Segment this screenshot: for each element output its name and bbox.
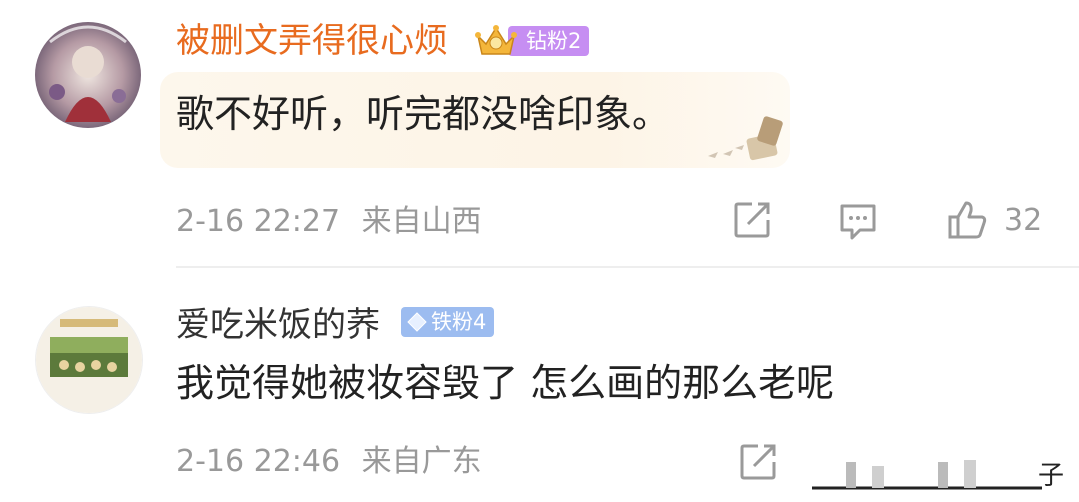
truncated-text: 子 [1038, 461, 1065, 491]
comment-item: 爱吃米饭的荞 铁粉4 我觉得她被妆容毁了 怎么画的那么老呢 2-16 22:46… [0, 268, 1079, 498]
share-icon [740, 444, 776, 480]
comment-text: 我觉得她被妆容毁了 怎么画的那么老呢 [176, 361, 835, 405]
comment-button[interactable] [836, 198, 880, 242]
username[interactable]: 爱吃米饭的荞 [176, 305, 380, 345]
username[interactable]: 被删文弄得很心烦 [176, 21, 448, 61]
comment-item: 被删文弄得很心烦 钻粉2 歌不好听，听完都没啥印象。 2-16 22:27 来自… [0, 0, 1079, 268]
badge-label: 钻粉2 [508, 26, 590, 56]
crown-icon [475, 25, 517, 55]
comment-text: 歌不好听，听完都没啥印象。 [176, 92, 671, 136]
timestamp: 2-16 22:46 [176, 444, 341, 479]
like-icon [948, 201, 987, 239]
share-button[interactable] [730, 198, 774, 242]
like-button[interactable]: 32 [944, 197, 1042, 243]
location: 来自山西 [361, 204, 482, 239]
comment-meta: 2-16 22:27 来自山西 [176, 204, 482, 240]
share-button[interactable] [736, 440, 780, 484]
share-icon [734, 202, 770, 238]
comment-meta: 2-16 22:46 来自广东 [176, 444, 482, 480]
badge-label: 铁粉4 [401, 307, 495, 337]
overlapping-ui-fragment: 子 [812, 460, 1064, 498]
avatar[interactable] [35, 306, 143, 414]
timestamp: 2-16 22:27 [176, 204, 341, 239]
comment-icon [840, 204, 876, 240]
diamond-icon [407, 312, 427, 332]
badge-text: 铁粉4 [431, 310, 487, 334]
like-count: 32 [1004, 202, 1043, 238]
location: 来自广东 [361, 444, 482, 479]
action-bar: 32 [730, 197, 1042, 243]
avatar[interactable] [35, 22, 141, 128]
fan-badge[interactable]: 钻粉2 [474, 24, 590, 58]
fan-badge[interactable]: 铁粉4 [401, 307, 495, 337]
action-bar [736, 440, 780, 484]
